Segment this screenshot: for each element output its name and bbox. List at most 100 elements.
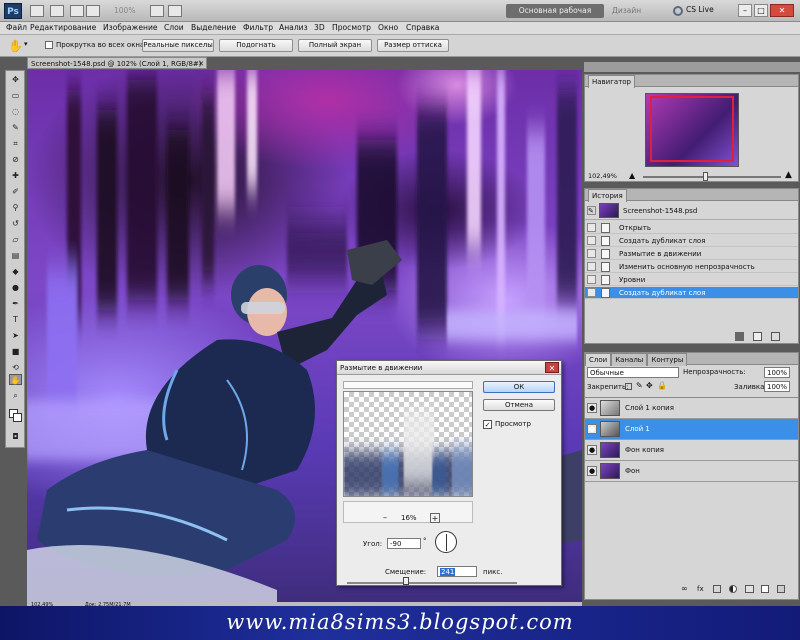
history-item-selected[interactable]: Создать дубликат слоя bbox=[585, 287, 798, 299]
distance-slider-thumb[interactable] bbox=[403, 577, 409, 585]
new-layer-icon[interactable] bbox=[761, 585, 769, 593]
layer-row[interactable]: ● Фон bbox=[585, 461, 798, 482]
tab-paths[interactable]: Контуры bbox=[647, 353, 688, 366]
preview-checkbox[interactable]: ✓ bbox=[483, 420, 492, 429]
camera-snapshot-icon[interactable] bbox=[753, 332, 762, 341]
pen-tool-icon[interactable]: ✒ bbox=[9, 298, 22, 309]
brush-tool-icon[interactable]: ✐ bbox=[9, 186, 22, 197]
quick-select-tool-icon[interactable]: ✎ bbox=[9, 122, 22, 133]
menu-layers[interactable]: Слои bbox=[164, 23, 184, 32]
menu-filter[interactable]: Фильтр bbox=[243, 23, 273, 32]
menu-3d[interactable]: 3D bbox=[314, 23, 325, 32]
filter-preview[interactable] bbox=[343, 391, 473, 497]
tab-navigator[interactable]: Навигатор bbox=[588, 75, 635, 88]
lock-pixels-icon[interactable]: ✎ bbox=[636, 382, 643, 390]
tab-history[interactable]: История bbox=[588, 189, 627, 202]
full-screen-button[interactable]: Полный экран bbox=[298, 39, 372, 52]
zoom-in-button[interactable]: + bbox=[430, 513, 440, 523]
history-source-checkbox[interactable] bbox=[587, 288, 596, 297]
navigator-slider-thumb[interactable] bbox=[703, 172, 708, 181]
scroll-all-checkbox[interactable] bbox=[45, 41, 53, 49]
zoom-tool-icon[interactable]: ⌕ bbox=[9, 390, 22, 401]
tool-preset-chevron-down-icon[interactable]: ▾ bbox=[24, 40, 28, 48]
history-item[interactable]: Создать дубликат слоя bbox=[585, 235, 798, 247]
zoom-level[interactable]: 100% bbox=[114, 6, 135, 15]
history-brush-tool-icon[interactable]: ↺ bbox=[9, 218, 22, 229]
design-workspace-link[interactable]: Дизайн bbox=[612, 6, 641, 15]
crop-tool-icon[interactable]: ⌗ bbox=[9, 138, 22, 149]
document-tab[interactable]: Screenshot-1548.psd @ 102% (Слой 1, RGB/… bbox=[27, 57, 207, 80]
trash-icon[interactable] bbox=[771, 332, 780, 341]
lasso-tool-icon[interactable]: ◌ bbox=[9, 106, 22, 117]
menu-image[interactable]: Изображение bbox=[103, 23, 158, 32]
new-document-from-state-icon[interactable] bbox=[735, 332, 744, 341]
eye-icon[interactable]: ● bbox=[587, 424, 597, 434]
zoom-dropdown-icon[interactable] bbox=[86, 5, 100, 17]
print-size-button[interactable]: Размер оттиска bbox=[377, 39, 449, 52]
ok-button[interactable]: ОК bbox=[483, 381, 555, 393]
3d-rotate-tool-icon[interactable]: ⟲ bbox=[9, 362, 22, 373]
gradient-tool-icon[interactable]: ▤ bbox=[9, 250, 22, 261]
zoom-out-button[interactable]: – bbox=[383, 513, 387, 522]
clone-stamp-tool-icon[interactable]: ⚲ bbox=[9, 202, 22, 213]
history-item[interactable]: Изменить основную непрозрачность bbox=[585, 261, 798, 273]
lock-transparency-icon[interactable] bbox=[625, 383, 632, 390]
layer-style-icon[interactable]: fx bbox=[697, 585, 704, 593]
opacity-input[interactable]: 100% bbox=[764, 367, 790, 378]
layer-row[interactable]: ● Слой 1 копия bbox=[585, 398, 798, 419]
eye-icon[interactable]: ● bbox=[587, 403, 597, 413]
move-tool-icon[interactable]: ✥ bbox=[9, 74, 22, 85]
menu-help[interactable]: Справка bbox=[406, 23, 439, 32]
maximize-button[interactable]: □ bbox=[754, 4, 768, 17]
screen-mode-icon[interactable] bbox=[168, 5, 182, 17]
background-color-swatch[interactable] bbox=[13, 413, 22, 422]
dialog-close-icon[interactable]: ✕ bbox=[545, 362, 559, 373]
lock-position-icon[interactable]: ✥ bbox=[646, 382, 653, 390]
angle-input[interactable]: -90 bbox=[387, 538, 421, 549]
navigator-zoom-slider[interactable] bbox=[643, 176, 781, 178]
close-button[interactable]: ✕ bbox=[770, 4, 794, 17]
bridge-icon[interactable] bbox=[30, 5, 44, 17]
delete-layer-icon[interactable] bbox=[777, 585, 785, 593]
actual-pixels-button[interactable]: Реальные пикселы bbox=[142, 39, 214, 52]
guides-icon[interactable] bbox=[70, 5, 84, 17]
navigator-zoom-value[interactable]: 102,49% bbox=[588, 172, 617, 180]
snapshot-brush-icon[interactable]: ✎ bbox=[587, 206, 596, 215]
eye-icon[interactable]: ● bbox=[587, 445, 597, 455]
quick-mask-icon[interactable]: ◘ bbox=[9, 431, 22, 442]
history-source-checkbox[interactable] bbox=[587, 262, 596, 271]
workspace-button[interactable]: Основная рабочая среда bbox=[506, 4, 604, 29]
path-select-tool-icon[interactable]: ➤ bbox=[9, 330, 22, 341]
menu-file[interactable]: Файл bbox=[6, 23, 27, 32]
adjustment-layer-icon[interactable] bbox=[729, 585, 737, 593]
shape-tool-icon[interactable]: ■ bbox=[9, 346, 22, 357]
link-layers-icon[interactable]: ∞ bbox=[681, 585, 688, 593]
layer-mask-icon[interactable] bbox=[713, 585, 721, 593]
fit-screen-button[interactable]: Подогнать bbox=[219, 39, 293, 52]
distance-input[interactable]: 241 bbox=[437, 566, 477, 577]
navigator-view-box[interactable] bbox=[650, 96, 734, 162]
blend-mode-select[interactable]: Обычные bbox=[587, 367, 679, 378]
close-document-icon[interactable]: ✕ bbox=[198, 58, 204, 70]
tab-channels[interactable]: Каналы bbox=[611, 353, 648, 366]
distance-slider[interactable] bbox=[347, 582, 517, 584]
menu-select[interactable]: Выделение bbox=[191, 23, 236, 32]
history-item[interactable]: Размытие в движении bbox=[585, 248, 798, 260]
blur-tool-icon[interactable]: ◆ bbox=[9, 266, 22, 277]
menu-analysis[interactable]: Анализ bbox=[279, 23, 308, 32]
layer-row-selected[interactable]: ● Слой 1 bbox=[585, 419, 798, 440]
dodge-tool-icon[interactable]: ● bbox=[9, 282, 22, 293]
history-source-checkbox[interactable] bbox=[587, 249, 596, 258]
mini-bridge-icon[interactable] bbox=[50, 5, 64, 17]
eyedropper-tool-icon[interactable]: ⊘ bbox=[9, 154, 22, 165]
fill-input[interactable]: 100% bbox=[764, 381, 790, 392]
marquee-tool-icon[interactable]: ▭ bbox=[9, 90, 22, 101]
cs-live-button[interactable]: CS Live bbox=[686, 5, 714, 14]
zoom-out-icon[interactable]: ▲ bbox=[629, 172, 635, 180]
hand-tool-icon-active[interactable]: ✋ bbox=[9, 374, 22, 385]
new-group-icon[interactable] bbox=[745, 585, 754, 593]
minimize-button[interactable]: – bbox=[738, 4, 752, 17]
history-snapshot[interactable]: ✎ Screenshot-1548.psd bbox=[585, 202, 798, 220]
lock-all-icon[interactable]: 🔒 bbox=[657, 382, 667, 390]
type-tool-icon[interactable]: T bbox=[9, 314, 22, 325]
